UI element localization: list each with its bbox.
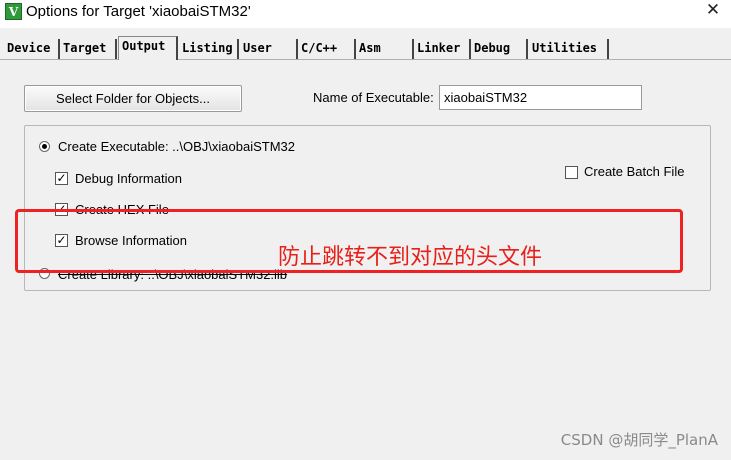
tab-target[interactable]: Target	[60, 39, 117, 59]
tab-utilities[interactable]: Utilities	[529, 39, 609, 59]
create-executable-label: Create Executable: ..\OBJ\xiaobaiSTM32	[58, 139, 296, 154]
create-batch-file-label: Create Batch File	[584, 164, 685, 179]
create-executable-radio[interactable]	[39, 141, 50, 152]
debug-information-label: Debug Information	[75, 171, 182, 186]
tab-divider	[0, 59, 731, 60]
tab-linker[interactable]: Linker	[414, 39, 471, 59]
tab-strip: Device Target Output Listing User C/C++ …	[4, 36, 724, 60]
create-batch-file-checkbox[interactable]	[565, 166, 578, 179]
debug-information-checkbox[interactable]: ✓	[55, 172, 68, 185]
radio-selected-dot	[42, 144, 47, 149]
name-of-executable-input[interactable]: xiaobaiSTM32	[439, 85, 642, 110]
watermark: CSDN @胡同学_PlanA	[560, 431, 718, 449]
tab-listing[interactable]: Listing	[179, 39, 239, 59]
window-title: Options for Target 'xiaobaiSTM32'	[26, 3, 251, 20]
tab-debug[interactable]: Debug	[471, 39, 528, 59]
select-folder-button[interactable]: Select Folder for Objects...	[24, 85, 242, 112]
title-bar: V Options for Target 'xiaobaiSTM32' ✕	[0, 0, 731, 28]
tab-asm[interactable]: Asm	[356, 39, 414, 59]
tab-user[interactable]: User	[240, 39, 298, 59]
annotation-text: 防止跳转不到对应的头文件	[278, 245, 543, 270]
keil-uvision-icon: V	[5, 3, 22, 20]
tab-cpp[interactable]: C/C++	[298, 39, 356, 59]
tab-output[interactable]: Output	[118, 36, 178, 60]
close-icon[interactable]: ✕	[701, 0, 725, 22]
name-of-executable-label: Name of Executable:	[313, 90, 434, 105]
tab-device[interactable]: Device	[4, 39, 60, 59]
